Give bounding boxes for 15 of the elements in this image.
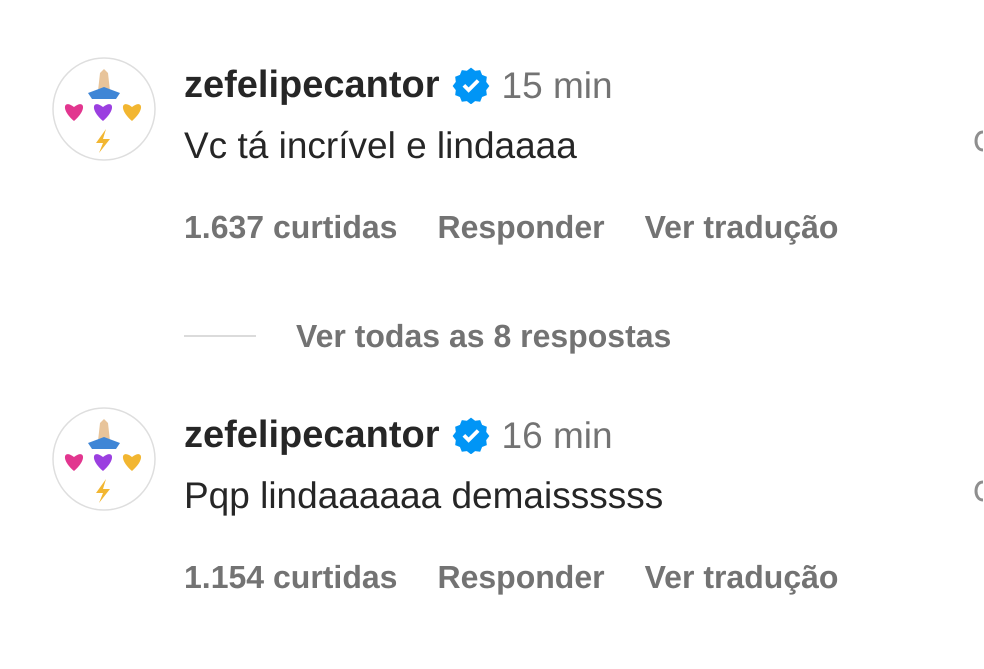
view-replies-link[interactable]: Ver todas as 8 respostas bbox=[296, 320, 672, 352]
comment-text: Vc tá incrível e lindaaaa bbox=[184, 126, 577, 164]
like-count[interactable]: 1.154 curtidas bbox=[184, 561, 398, 593]
like-count[interactable]: 1.637 curtidas bbox=[184, 211, 398, 243]
comment-time: 16 min bbox=[502, 416, 613, 454]
comment-text: Pqp lindaaaaaa demaissssss bbox=[184, 476, 664, 514]
comment-time: 15 min bbox=[502, 66, 613, 104]
avatar-drawing[interactable] bbox=[52, 407, 156, 511]
translate-link[interactable]: Ver tradução bbox=[644, 211, 838, 243]
username[interactable]: zefelipecantor bbox=[184, 416, 440, 454]
reply-button[interactable]: Responder bbox=[437, 561, 605, 593]
username[interactable]: zefelipecantor bbox=[184, 66, 440, 104]
avatar-drawing[interactable] bbox=[52, 57, 156, 161]
translate-link[interactable]: Ver tradução bbox=[644, 561, 838, 593]
reply-button[interactable]: Responder bbox=[437, 211, 605, 243]
